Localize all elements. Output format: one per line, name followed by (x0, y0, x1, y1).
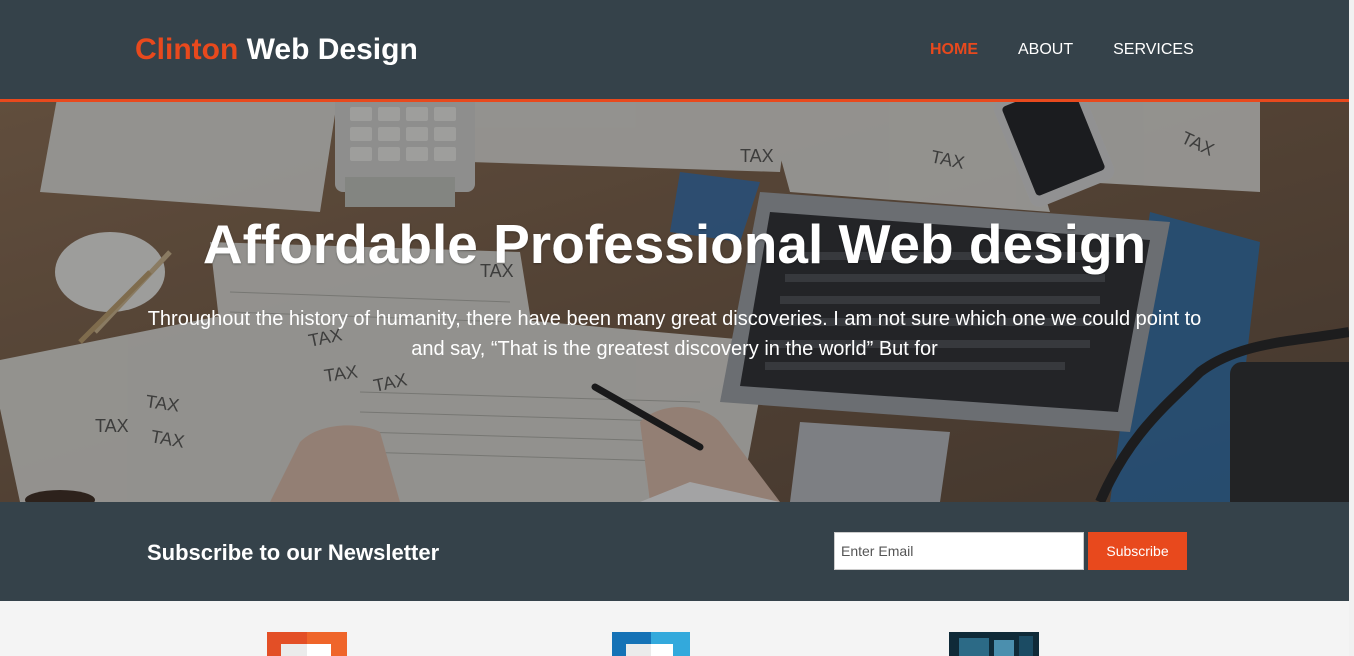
brand-logo-icon (949, 632, 1039, 656)
nav-services-link[interactable]: SERVICES (1113, 41, 1194, 59)
page-scrollbar[interactable] (1349, 0, 1354, 656)
hero-dark-overlay (0, 102, 1349, 502)
newsletter-section: Subscribe to our Newsletter Subscribe (0, 502, 1349, 601)
email-input[interactable] (834, 532, 1084, 570)
hero-description: Throughout the history of humanity, ther… (147, 308, 1202, 360)
brand-highlight: Clinton (135, 33, 239, 66)
subscribe-button[interactable]: Subscribe (1088, 532, 1187, 570)
brand-rest: Web Design (238, 33, 418, 66)
hero-title: Affordable Professional Web design (202, 213, 1147, 275)
main-nav: HOME ABOUT SERVICES (930, 41, 1194, 59)
html5-logo-icon (267, 632, 347, 656)
newsletter-heading: Subscribe to our Newsletter (147, 540, 440, 565)
hero-showcase: TAX TAX TAX TAX TAX TAX TAX TAX TAX TAX (0, 102, 1349, 502)
nav-about-link[interactable]: ABOUT (1018, 41, 1073, 59)
css3-logo-icon (612, 632, 690, 656)
site-header: Clinton Web Design HOME ABOUT SERVICES (0, 0, 1349, 102)
nav-home-link[interactable]: HOME (930, 41, 978, 59)
site-brand[interactable]: Clinton Web Design (135, 33, 418, 67)
feature-boxes (0, 601, 1349, 656)
